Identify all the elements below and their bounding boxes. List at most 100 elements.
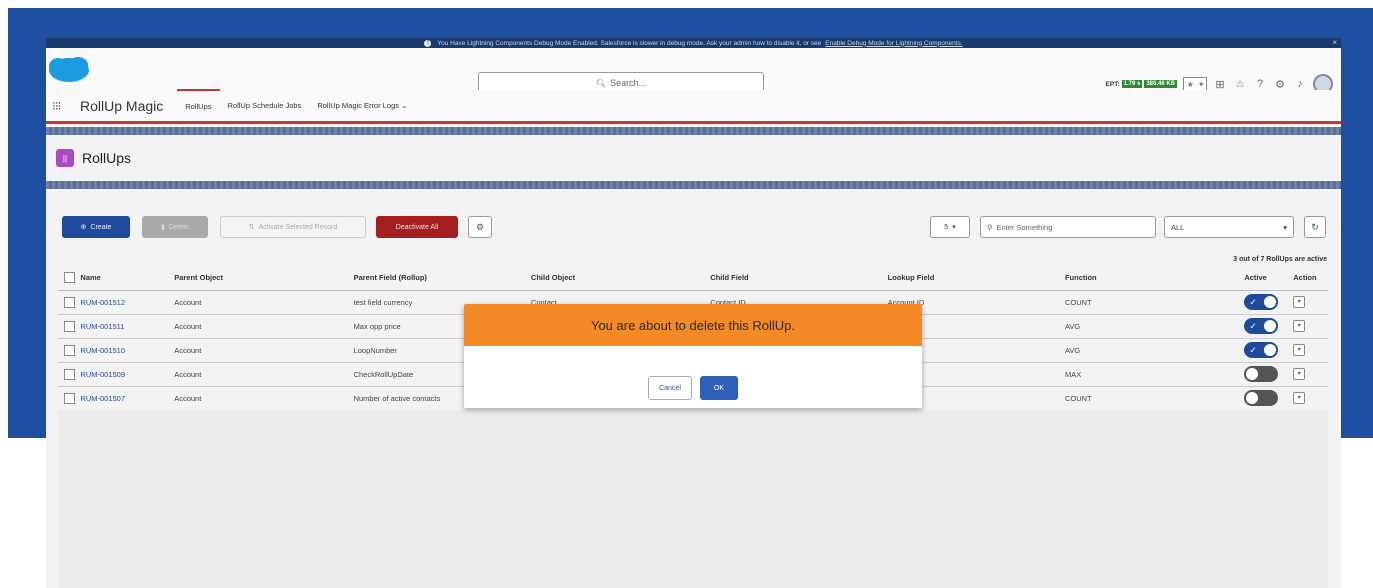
status-filter-value: ALL bbox=[1171, 222, 1185, 232]
ept-indicator: EPT: 1.79 s 386.46 KB bbox=[1106, 80, 1177, 88]
check-icon: ✓ bbox=[1249, 321, 1257, 331]
list-toolbar: ⊕ Create ▮ Delete ⇅ Activate Selected Recor… bbox=[62, 216, 1330, 240]
page-header: || RollUps bbox=[46, 135, 1341, 181]
trash-icon: ▮ bbox=[160, 224, 165, 231]
app-navigation: ⁝⁝⁝ RollUp Magic RollUps RollUp Schedule… bbox=[46, 88, 1341, 124]
toggle-knob bbox=[1246, 368, 1259, 380]
settings-gear-icon[interactable]: ⚙ bbox=[468, 216, 492, 238]
activate-label: Activate Selected Record bbox=[258, 223, 338, 231]
status-filter-select[interactable]: ALL ▾ bbox=[1164, 216, 1294, 238]
active-toggle[interactable]: ✓ bbox=[1244, 342, 1279, 358]
rollup-name-link[interactable]: RUM-001509 bbox=[80, 370, 125, 379]
chevron-down-icon: ▾ bbox=[1199, 79, 1204, 89]
modal-footer: Cancel OK bbox=[464, 376, 922, 400]
function-cell: COUNT bbox=[1064, 290, 1245, 315]
row-checkbox[interactable] bbox=[64, 296, 75, 308]
column-header-parent-field[interactable]: Parent Field (Rollup) bbox=[353, 266, 531, 291]
salesforce-logo-icon[interactable] bbox=[48, 56, 90, 84]
header-divider bbox=[46, 127, 1341, 135]
debug-message: You Have Lightning Components Debug Mode… bbox=[437, 39, 822, 47]
setup-gear-icon[interactable]: ⚙ bbox=[1273, 77, 1287, 91]
select-all-checkbox[interactable] bbox=[64, 272, 75, 284]
tab-rollup-magic-error-logs[interactable]: RollUp Magic Error Logs ⌄ bbox=[309, 89, 415, 123]
function-cell: MAX bbox=[1064, 362, 1245, 387]
active-toggle[interactable] bbox=[1244, 390, 1279, 406]
star-icon: ★ bbox=[1186, 79, 1194, 89]
delete-confirm-modal: You are about to delete this RollUp. Can… bbox=[464, 304, 922, 408]
refresh-icon[interactable]: ↻ bbox=[1304, 216, 1326, 238]
trailhead-icon[interactable]: ⌂ bbox=[1233, 77, 1247, 91]
row-action-menu-icon[interactable]: ▾ bbox=[1293, 296, 1306, 308]
row-checkbox[interactable] bbox=[64, 320, 75, 332]
row-checkbox[interactable] bbox=[64, 392, 75, 404]
active-toggle[interactable] bbox=[1244, 366, 1279, 382]
row-checkbox[interactable] bbox=[64, 368, 75, 380]
function-cell: AVG bbox=[1064, 314, 1245, 339]
column-header-active[interactable]: Active bbox=[1244, 266, 1294, 291]
app-launcher-icon[interactable]: ⁝⁝⁝ bbox=[52, 99, 68, 113]
ok-button[interactable]: OK bbox=[700, 376, 738, 400]
tab-rollup-schedule-jobs[interactable]: RollUp Schedule Jobs bbox=[220, 89, 310, 123]
search-placeholder: Search... bbox=[610, 78, 647, 88]
table-header-row: Name Parent Object Parent Field (Rollup)… bbox=[58, 266, 1328, 291]
rollup-name-link[interactable]: RUM-001511 bbox=[80, 322, 124, 331]
page-size-value: 386.46 KB bbox=[1144, 80, 1177, 88]
parent-object-cell: Account bbox=[174, 386, 354, 411]
search-icon: ⚲ bbox=[987, 222, 993, 232]
create-button[interactable]: ⊕ Create bbox=[62, 216, 130, 238]
empty-content-area bbox=[58, 410, 1328, 588]
rollups-object-icon: || bbox=[56, 149, 74, 167]
debug-mode-banner: ! You Have Lightning Components Debug Mo… bbox=[46, 38, 1341, 48]
check-icon: ✓ bbox=[1249, 297, 1257, 307]
deactivate-all-button[interactable]: Deactivate All bbox=[376, 216, 458, 238]
right-margin bbox=[1328, 438, 1341, 588]
column-header-lookup-field[interactable]: Lookup Field bbox=[887, 266, 1065, 291]
page-divider bbox=[46, 181, 1341, 189]
parent-object-cell: Account bbox=[174, 290, 354, 315]
tab-label: RollUp Magic Error Logs bbox=[317, 101, 400, 110]
delete-label: Delete bbox=[168, 223, 190, 231]
row-action-menu-icon[interactable]: ▾ bbox=[1293, 344, 1306, 356]
toggle-knob bbox=[1264, 344, 1277, 356]
close-banner-icon[interactable]: × bbox=[1332, 38, 1337, 47]
rollup-name-link[interactable]: RUM-001507 bbox=[80, 394, 125, 403]
ept-value: 1.79 s bbox=[1121, 80, 1143, 88]
app-name: RollUp Magic bbox=[80, 97, 164, 114]
row-action-menu-icon[interactable]: ▾ bbox=[1293, 368, 1306, 380]
row-action-menu-icon[interactable]: ▾ bbox=[1293, 320, 1306, 332]
row-action-menu-icon[interactable]: ▾ bbox=[1293, 392, 1306, 404]
delete-button[interactable]: ▮ Delete bbox=[142, 216, 208, 238]
column-header-child-field[interactable]: Child Field bbox=[710, 266, 888, 291]
parent-object-cell: Account bbox=[174, 314, 354, 339]
page-size-select[interactable]: 5 ▾ bbox=[930, 216, 970, 238]
filter-search-input[interactable]: ⚲ Enter Something bbox=[980, 216, 1156, 238]
search-icon: 🔍︎ bbox=[595, 78, 607, 88]
chevron-down-icon: ▾ bbox=[1283, 222, 1287, 232]
activate-selected-button[interactable]: ⇅ Activate Selected Record bbox=[220, 216, 366, 238]
help-icon[interactable]: ? bbox=[1253, 77, 1267, 91]
chevron-down-icon: ⌄ bbox=[401, 101, 408, 110]
add-icon: ⊕ bbox=[80, 224, 87, 231]
tab-rollups[interactable]: RollUps bbox=[177, 88, 220, 123]
column-header-name[interactable]: Name bbox=[80, 266, 175, 291]
global-actions-icon[interactable]: ⊞ bbox=[1213, 77, 1227, 91]
modal-message: You are about to delete this RollUp. bbox=[464, 304, 922, 346]
notifications-bell-icon[interactable]: ♪ bbox=[1293, 77, 1307, 91]
active-toggle[interactable]: ✓ bbox=[1244, 318, 1279, 334]
debug-mode-link[interactable]: Enable Debug Mode for Lightning Componen… bbox=[825, 40, 962, 47]
rollup-name-link[interactable]: RUM-001510 bbox=[80, 346, 125, 355]
column-header-parent-object[interactable]: Parent Object bbox=[174, 266, 354, 291]
row-checkbox[interactable] bbox=[64, 344, 75, 356]
parent-object-cell: Account bbox=[174, 338, 354, 363]
column-header-child-object[interactable]: Child Object bbox=[530, 266, 711, 291]
page-size-value: 5 bbox=[944, 223, 949, 231]
column-header-function[interactable]: Function bbox=[1064, 266, 1245, 291]
cancel-button[interactable]: Cancel bbox=[648, 376, 692, 400]
parent-object-cell: Account bbox=[174, 362, 354, 387]
info-icon: ! bbox=[424, 39, 432, 47]
rollup-name-link[interactable]: RUM-001512 bbox=[80, 298, 125, 307]
favorites-button[interactable]: ★ ▾ bbox=[1183, 77, 1207, 91]
function-cell: COUNT bbox=[1064, 386, 1245, 411]
active-toggle[interactable]: ✓ bbox=[1244, 294, 1279, 310]
function-cell: AVG bbox=[1064, 338, 1245, 363]
